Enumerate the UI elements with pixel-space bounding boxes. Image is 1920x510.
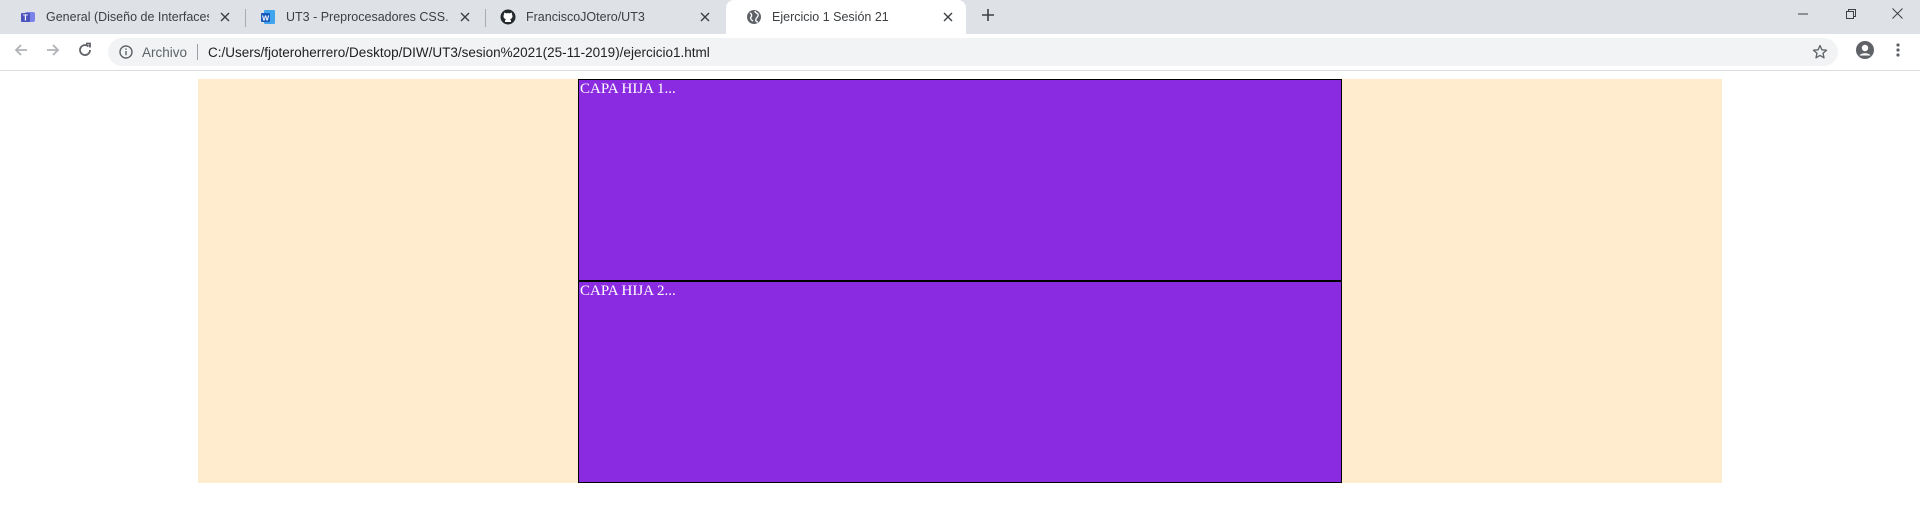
back-button[interactable] (7, 38, 35, 66)
close-icon[interactable] (938, 7, 958, 27)
star-icon[interactable] (1810, 42, 1830, 62)
minimize-icon (1798, 6, 1808, 24)
child-layer-2: CAPA HIJA 2... (578, 281, 1342, 483)
close-icon[interactable] (455, 7, 475, 27)
svg-text:T: T (23, 14, 28, 23)
github-icon (500, 9, 516, 25)
arrow-right-icon (45, 42, 61, 63)
parent-layer: CAPA HIJA 1... CAPA HIJA 2... (198, 79, 1722, 483)
url-text[interactable]: C:/Users/fjoteroherrero/Desktop/DIW/UT3/… (208, 45, 710, 60)
forward-button[interactable] (39, 38, 67, 66)
new-tab-button[interactable] (976, 5, 1000, 29)
tab-strip: T General (Diseño de Interfaces We W UT3… (0, 0, 1920, 34)
child-layer-1-text: CAPA HIJA 1... (580, 81, 676, 97)
close-window-button[interactable] (1874, 0, 1920, 30)
omnibox-divider (197, 44, 199, 60)
child-layer-1: CAPA HIJA 1... (578, 79, 1342, 281)
tab-ejercicio[interactable]: Ejercicio 1 Sesión 21 (726, 0, 966, 34)
url-scheme-label: Archivo (142, 44, 188, 60)
svg-text:W: W (262, 14, 270, 23)
restore-button[interactable] (1828, 0, 1874, 30)
tab-github[interactable]: FranciscoJOtero/UT3 (480, 0, 723, 34)
menu-button[interactable] (1884, 38, 1912, 66)
tab-title: Ejercicio 1 Sesión 21 (772, 10, 889, 24)
close-icon[interactable] (215, 7, 235, 27)
tab-title: FranciscoJOtero/UT3 (526, 10, 645, 24)
tab-word-doc[interactable]: W UT3 - Preprocesadores CSS.docx (240, 0, 483, 34)
browser-toolbar: Archivo C:/Users/fjoteroherrero/Desktop/… (0, 34, 1920, 71)
reload-button[interactable] (71, 38, 99, 66)
page-viewport: CAPA HIJA 1... CAPA HIJA 2... (0, 71, 1920, 510)
globe-icon (746, 9, 762, 25)
child-layer-2-text: CAPA HIJA 2... (580, 283, 676, 299)
reload-icon (77, 42, 93, 63)
tab-title: UT3 - Preprocesadores CSS.docx (286, 10, 449, 24)
plus-icon (981, 8, 995, 27)
profile-button[interactable] (1851, 38, 1879, 66)
info-icon[interactable] (118, 44, 134, 60)
arrow-left-icon (13, 42, 29, 63)
address-bar[interactable]: Archivo C:/Users/fjoteroherrero/Desktop/… (108, 38, 1838, 66)
close-icon[interactable] (695, 7, 715, 27)
kebab-menu-icon (1896, 42, 1900, 63)
restore-icon (1846, 6, 1856, 24)
minimize-button[interactable] (1780, 0, 1826, 30)
account-icon (1855, 40, 1875, 65)
word-icon: W (260, 9, 276, 25)
tab-teams[interactable]: T General (Diseño de Interfaces We (0, 0, 243, 34)
tab-title: General (Diseño de Interfaces We (46, 10, 209, 24)
teams-icon: T (20, 9, 36, 25)
close-icon (1891, 6, 1903, 24)
